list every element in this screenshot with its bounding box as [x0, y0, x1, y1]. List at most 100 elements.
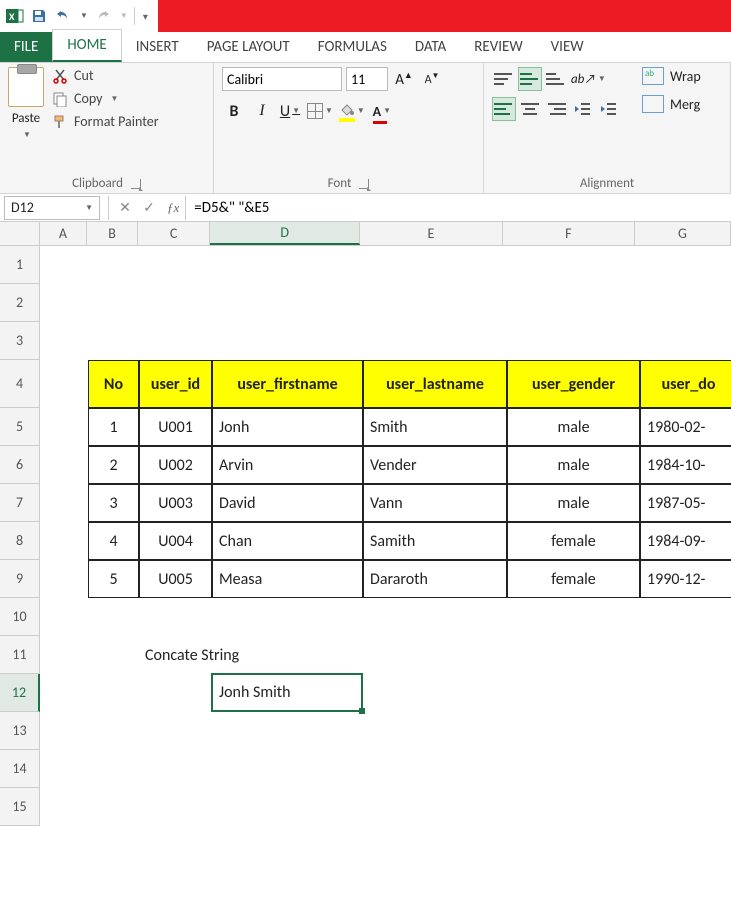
paste-button[interactable]: Paste ▼ [8, 67, 44, 140]
row-header-3[interactable]: 3 [0, 322, 40, 360]
left-align-button[interactable] [492, 97, 516, 121]
shrink-font-button[interactable]: A▼ [420, 67, 444, 91]
row-header-1[interactable]: 1 [0, 246, 40, 284]
tab-data[interactable]: DATA [401, 32, 460, 62]
row-header-2[interactable]: 2 [0, 284, 40, 322]
bold-button[interactable]: B [222, 99, 246, 123]
row-header-6[interactable]: 6 [0, 446, 40, 484]
table-header-user_id[interactable]: user_id [139, 360, 212, 408]
formula-input[interactable] [185, 196, 731, 220]
table-row[interactable]: 1987-05- [640, 484, 731, 522]
table-row[interactable]: female [507, 522, 640, 560]
borders-dropdown-icon[interactable]: ▼ [325, 106, 333, 116]
col-header-b[interactable]: B [87, 222, 138, 245]
concat-label-cell[interactable]: Concate String [139, 636, 363, 674]
copy-dropdown-icon[interactable]: ▼ [110, 94, 118, 104]
font-color-dropdown-icon[interactable]: ▼ [383, 106, 391, 116]
top-align-button[interactable] [492, 67, 516, 91]
table-row[interactable]: Dararoth [363, 560, 507, 598]
table-row[interactable]: male [507, 408, 640, 446]
col-header-f[interactable]: F [503, 222, 635, 245]
format-painter-button[interactable]: Format Painter [52, 113, 159, 130]
customize-qat-icon[interactable]: ▾ [143, 10, 148, 23]
row-header-13[interactable]: 13 [0, 712, 40, 750]
fill-handle[interactable] [359, 708, 365, 714]
tab-view[interactable]: VIEW [537, 32, 598, 62]
row-header-9[interactable]: 9 [0, 560, 40, 598]
name-box[interactable]: D12 ▼ [4, 196, 100, 220]
table-row[interactable]: U001 [139, 408, 212, 446]
table-header-user_lastname[interactable]: user_lastname [363, 360, 507, 408]
font-size-input[interactable] [346, 67, 388, 91]
table-row[interactable]: Vender [363, 446, 507, 484]
table-row[interactable]: Jonh [212, 408, 363, 446]
row-header-8[interactable]: 8 [0, 522, 40, 560]
col-header-g[interactable]: G [635, 222, 731, 245]
col-header-c[interactable]: C [138, 222, 210, 245]
wrap-text-button[interactable]: Wrap [642, 67, 701, 85]
bottom-align-button[interactable] [544, 67, 568, 91]
table-row[interactable]: Vann [363, 484, 507, 522]
row-header-12[interactable]: 12 [0, 674, 40, 712]
redo-dropdown-icon[interactable]: ▼ [120, 11, 128, 21]
cells-area[interactable]: Nouser_iduser_firstnameuser_lastname user… [40, 246, 731, 826]
table-header-no[interactable]: No [88, 360, 139, 408]
table-row[interactable]: 5 [88, 560, 139, 598]
undo-dropdown-icon[interactable]: ▼ [80, 11, 88, 21]
row-header-7[interactable]: 7 [0, 484, 40, 522]
fx-icon[interactable]: ƒx [161, 200, 185, 216]
row-header-11[interactable]: 11 [0, 636, 40, 674]
fill-color-button[interactable]: ▼ [338, 99, 366, 123]
middle-align-button[interactable] [518, 67, 542, 91]
table-row[interactable]: 3 [88, 484, 139, 522]
table-row[interactable]: Measa [212, 560, 363, 598]
table-row[interactable]: Smith [363, 408, 507, 446]
table-header-user_do[interactable]: user_do [640, 360, 731, 408]
copy-button[interactable]: Copy ▼ [52, 90, 159, 107]
clipboard-dialog-launcher-icon[interactable] [131, 179, 141, 189]
table-row[interactable]: U005 [139, 560, 212, 598]
tab-insert[interactable]: INSERT [122, 32, 193, 62]
right-align-button[interactable] [544, 97, 568, 121]
row-header-15[interactable]: 15 [0, 788, 40, 826]
underline-dropdown-icon[interactable]: ▼ [292, 106, 300, 116]
orientation-button[interactable]: ab↗▼ [570, 67, 607, 91]
table-row[interactable]: Arvin [212, 446, 363, 484]
table-row[interactable]: 4 [88, 522, 139, 560]
cancel-formula-button[interactable]: ✕ [113, 196, 137, 220]
table-row[interactable]: 2 [88, 446, 139, 484]
table-row[interactable]: U002 [139, 446, 212, 484]
borders-button[interactable]: ▼ [306, 99, 334, 123]
enter-formula-button[interactable]: ✓ [137, 196, 161, 220]
table-row[interactable]: 1980-02- [640, 408, 731, 446]
tab-page-layout[interactable]: PAGE LAYOUT [193, 32, 304, 62]
table-row[interactable]: 1984-09- [640, 522, 731, 560]
table-row[interactable]: Chan [212, 522, 363, 560]
selected-cell-outline[interactable]: Jonh Smith [211, 673, 363, 712]
table-row[interactable]: David [212, 484, 363, 522]
font-dialog-launcher-icon[interactable] [359, 179, 369, 189]
tab-formulas[interactable]: FORMULAS [304, 32, 401, 62]
tab-home[interactable]: HOME [52, 29, 121, 62]
grow-font-button[interactable]: A▲ [392, 67, 416, 91]
row-header-10[interactable]: 10 [0, 598, 40, 636]
table-row[interactable]: U003 [139, 484, 212, 522]
col-header-e[interactable]: E [360, 222, 503, 245]
tab-file[interactable]: FILE [0, 32, 52, 62]
font-name-input[interactable] [222, 67, 342, 91]
merge-center-button[interactable]: Merg [642, 95, 701, 113]
undo-icon[interactable] [54, 7, 72, 25]
col-header-d[interactable]: D [210, 222, 360, 245]
row-header-14[interactable]: 14 [0, 750, 40, 788]
table-row[interactable]: male [507, 446, 640, 484]
table-row[interactable]: 1990-12- [640, 560, 731, 598]
table-row[interactable]: Samith [363, 522, 507, 560]
cut-button[interactable]: Cut [52, 67, 159, 84]
underline-button[interactable]: U▼ [278, 99, 302, 123]
table-row[interactable]: U004 [139, 522, 212, 560]
table-row[interactable]: male [507, 484, 640, 522]
row-header-4[interactable]: 4 [0, 360, 40, 408]
table-row[interactable]: 1 [88, 408, 139, 446]
table-header-user_firstname[interactable]: user_firstname [212, 360, 363, 408]
table-row[interactable]: female [507, 560, 640, 598]
